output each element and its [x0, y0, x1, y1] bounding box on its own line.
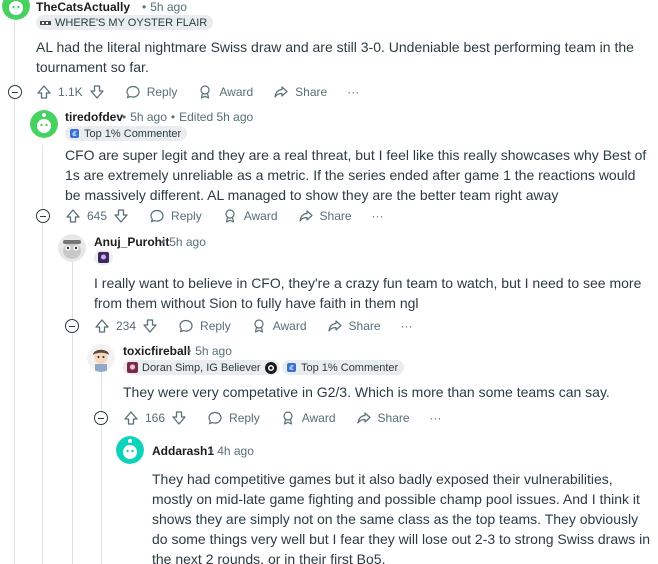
- avatar[interactable]: [116, 436, 144, 464]
- avatar[interactable]: [30, 110, 58, 138]
- more-options-button[interactable]: ···: [347, 85, 359, 99]
- top-commenter-badge: Top 1% Commenter: [65, 126, 188, 141]
- team-logo-icon: [264, 361, 277, 374]
- vote-count: 645: [87, 209, 108, 223]
- avatar[interactable]: [2, 0, 30, 20]
- collapse-thread-button[interactable]: [8, 85, 22, 99]
- comment-author[interactable]: toxicfireball: [123, 344, 190, 358]
- comment-time: 5h ago: [195, 344, 232, 358]
- thread-line: [72, 262, 73, 564]
- downvote-icon[interactable]: [142, 318, 158, 334]
- comment-actions: 234 Reply Award Share ···: [94, 315, 433, 337]
- comment-body: CFO are super legit and they are a real …: [65, 147, 647, 203]
- vote-count: 234: [116, 319, 137, 333]
- comment-meta: • 5h ago: [161, 235, 206, 249]
- edited-label: Edited 5h ago: [179, 110, 254, 124]
- collapse-thread-button[interactable]: [65, 319, 79, 333]
- comment-author[interactable]: tiredofdev: [65, 110, 123, 124]
- comment-bubble-icon: [126, 85, 140, 99]
- comment-body: They were very competative in G2/3. Whic…: [123, 384, 610, 400]
- avatar[interactable]: [87, 344, 115, 372]
- user-flair: Doran Simp, IG Believer: [123, 360, 280, 375]
- comment-time: 5h ago: [150, 0, 187, 14]
- flair-emoji-icon: [127, 362, 138, 373]
- downvote-icon[interactable]: [113, 208, 129, 224]
- thread-line: [42, 145, 43, 564]
- share-icon: [327, 320, 342, 332]
- award-button[interactable]: Award: [222, 208, 278, 224]
- comment-author[interactable]: TheCatsActually: [36, 0, 130, 14]
- share-button[interactable]: Share: [298, 208, 352, 224]
- comment-actions: 166 Reply Award Share ···: [123, 407, 462, 429]
- comment-time: 5h ago: [130, 110, 167, 124]
- comment-time: 5h ago: [169, 235, 206, 249]
- comment-time: 4h ago: [217, 444, 254, 458]
- award-button[interactable]: Award: [197, 84, 253, 100]
- comment-bubble-icon: [150, 209, 164, 223]
- comment-actions: 645 Reply Award Share ···: [65, 205, 404, 227]
- upvote-icon[interactable]: [65, 208, 81, 224]
- reply-button[interactable]: Reply: [207, 410, 260, 426]
- downvote-icon[interactable]: [171, 410, 187, 426]
- share-button[interactable]: Share: [327, 318, 381, 334]
- top-commenter-badge: Top 1% Commenter: [282, 360, 405, 375]
- more-options-button[interactable]: ···: [430, 411, 442, 425]
- vote-control: 645: [65, 208, 129, 224]
- award-button[interactable]: Award: [280, 410, 336, 426]
- vote-count: 166: [145, 411, 166, 425]
- award-icon: [225, 209, 235, 223]
- user-flair: [94, 250, 113, 265]
- vote-control: 166: [123, 410, 187, 426]
- more-options-button[interactable]: ···: [372, 209, 384, 223]
- upvote-icon[interactable]: [123, 410, 139, 426]
- comment-meta: • 5h ago: [187, 344, 232, 358]
- share-button[interactable]: Share: [273, 84, 327, 100]
- award-icon: [283, 411, 293, 425]
- award-icon: [200, 85, 210, 99]
- flair-emoji-icon: [98, 252, 109, 263]
- comment-actions: 1.1K Reply Award Share ···: [36, 81, 379, 103]
- share-icon: [356, 412, 371, 424]
- reply-button[interactable]: Reply: [178, 318, 231, 334]
- avatar[interactable]: [58, 234, 86, 262]
- comment-bubble-icon: [208, 411, 222, 425]
- award-button[interactable]: Award: [251, 318, 307, 334]
- comment-meta: • 5h ago • Edited 5h ago: [122, 110, 254, 124]
- reply-button[interactable]: Reply: [125, 84, 177, 100]
- user-flair: WHERE'S MY OYSTER FLAIR: [36, 15, 214, 30]
- upvote-icon[interactable]: [36, 84, 52, 100]
- thread-line: [101, 372, 102, 564]
- comment-body: They had competitive games but it also b…: [152, 471, 650, 564]
- badge-icon: [286, 362, 297, 373]
- comment-meta: • 5h ago: [142, 0, 187, 14]
- badge-icon: [69, 128, 80, 139]
- reply-button[interactable]: Reply: [149, 208, 202, 224]
- comment-body: AL had the literal nightmare Swiss draw …: [36, 39, 634, 75]
- flair-emoji-icon: [40, 17, 51, 28]
- upvote-icon[interactable]: [94, 318, 110, 334]
- vote-count: 1.1K: [58, 85, 83, 99]
- vote-control: 1.1K: [36, 84, 105, 100]
- share-icon: [298, 210, 313, 222]
- comment-meta: • 4h ago: [209, 444, 254, 458]
- award-icon: [254, 319, 264, 333]
- collapse-thread-button[interactable]: [36, 209, 50, 223]
- collapse-thread-button[interactable]: [94, 411, 108, 425]
- thread-line: [14, 20, 15, 564]
- share-button[interactable]: Share: [356, 410, 410, 426]
- share-icon: [274, 86, 288, 98]
- vote-control: 234: [94, 318, 158, 334]
- comment-body: I really want to believe in CFO, they're…: [94, 275, 642, 311]
- comment-bubble-icon: [179, 319, 193, 333]
- downvote-icon[interactable]: [89, 84, 105, 100]
- more-options-button[interactable]: ···: [401, 319, 413, 333]
